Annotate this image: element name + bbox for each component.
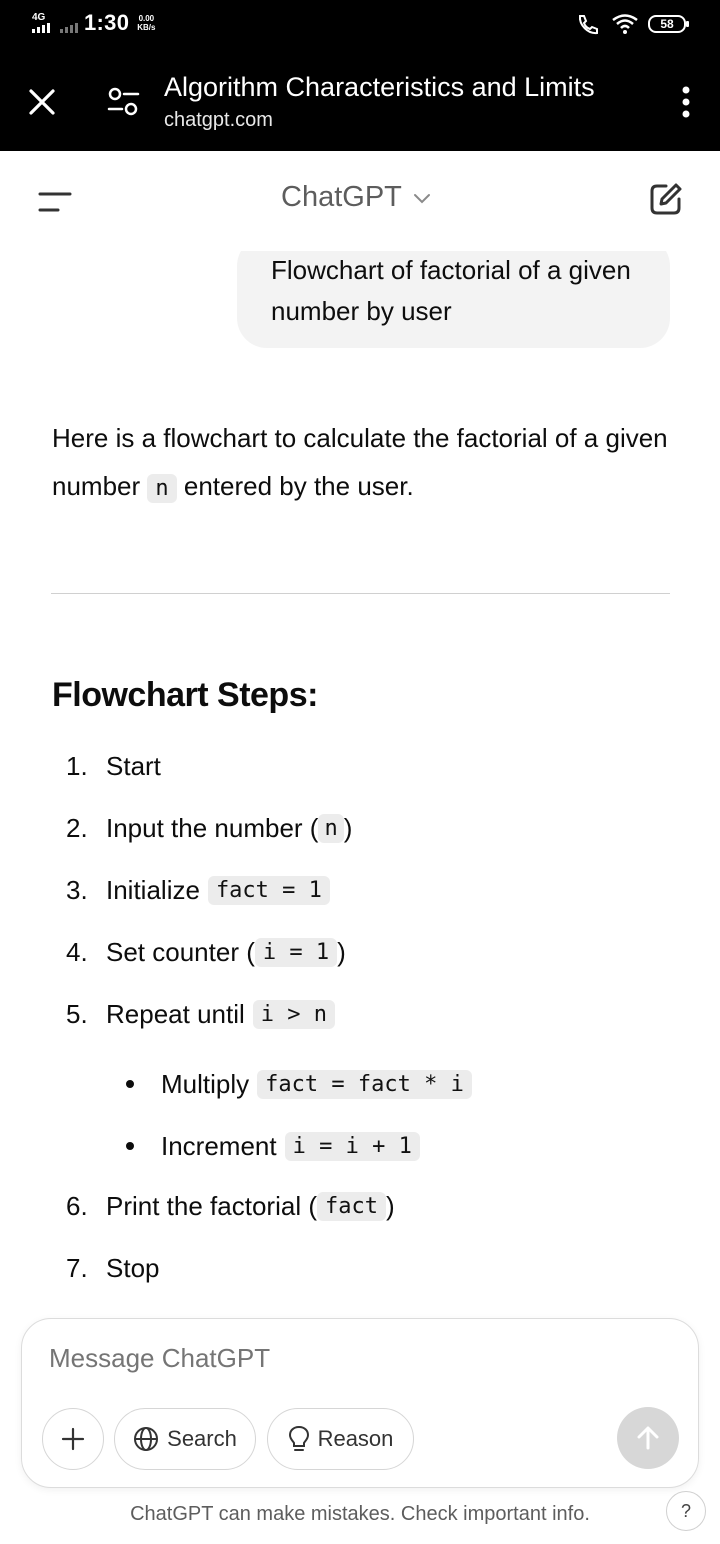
step-number: 5.: [66, 998, 88, 1029]
sub-list-item: Increment i = i + 1: [126, 1124, 420, 1168]
signal-2-icon: [60, 23, 78, 33]
bullet: [126, 1080, 134, 1088]
list-item: 1. Start: [66, 744, 161, 788]
list-item: 4. Set counter (i = 1): [66, 930, 346, 974]
step-text-end: ): [385, 1190, 395, 1221]
net-speed-unit: KB/s: [137, 23, 156, 32]
step-text: Stop: [106, 1252, 160, 1283]
substep-text: Multiply: [161, 1068, 250, 1099]
wifi-call-icon: [578, 15, 598, 35]
signal-icon: 4G: [32, 13, 50, 33]
clock: 1:30: [84, 10, 130, 35]
model-name: ChatGPT: [281, 181, 402, 213]
network-type: 4G: [32, 12, 46, 23]
step-number: 4.: [66, 936, 88, 967]
divider: [51, 593, 670, 594]
browser-bar: Algorithm Characteristics and Limits cha…: [0, 52, 720, 151]
wifi-icon: [612, 14, 638, 34]
reason-label: Reason: [317, 1426, 394, 1451]
inline-code: n: [318, 813, 344, 843]
step-number: 7.: [66, 1252, 88, 1283]
inline-code: i = i + 1: [284, 1131, 420, 1161]
assistant-intro: Here is a flowchart to calculate the fac…: [52, 414, 672, 513]
bullet: [126, 1142, 134, 1150]
message-input[interactable]: [49, 1343, 649, 1374]
step-text: Set counter (: [106, 936, 255, 967]
search-label: Search: [167, 1426, 237, 1451]
page-title: Algorithm Characteristics and Limits: [164, 72, 595, 102]
status-bar: 4G 1:30 0.00 KB/s 58: [0, 0, 720, 52]
step-number: 1.: [66, 750, 88, 781]
list-item: 2. Input the number (n): [66, 806, 352, 850]
step-number: 3.: [66, 874, 88, 905]
battery-icon: 58: [648, 15, 689, 33]
plus-icon: [61, 1427, 85, 1451]
search-button[interactable]: Search: [114, 1408, 256, 1470]
sidebar-menu-icon[interactable]: [38, 191, 72, 213]
step-text: Repeat until: [106, 998, 245, 1029]
tune-icon[interactable]: [104, 84, 144, 120]
message-composer: Search Reason: [21, 1318, 699, 1488]
send-button[interactable]: [617, 1407, 679, 1469]
section-heading: Flowchart Steps:: [52, 676, 318, 714]
net-speed: 0.00 KB/s: [137, 14, 155, 32]
step-text: Print the factorial (: [106, 1190, 317, 1221]
step-number: 2.: [66, 812, 88, 843]
inline-code: fact: [316, 1191, 386, 1221]
step-text-end: ): [337, 936, 346, 967]
arrow-up-icon: [637, 1426, 659, 1450]
step-text: Start: [106, 750, 161, 781]
page-url[interactable]: chatgpt.com: [164, 109, 273, 132]
step-number: 6.: [66, 1190, 88, 1221]
close-icon[interactable]: [24, 84, 60, 120]
substep-text: Increment: [161, 1130, 277, 1161]
list-item: 3. Initialize fact = 1: [66, 868, 330, 912]
globe-icon: [134, 1427, 159, 1451]
step-text: Input the number (: [106, 812, 319, 843]
inline-code: fact = fact * i: [257, 1069, 472, 1099]
chevron-down-icon: [413, 193, 430, 203]
inline-code: i > n: [252, 999, 335, 1029]
inline-code: fact = 1: [207, 875, 330, 905]
list-item: 7. Stop: [66, 1246, 160, 1290]
step-text-end: ): [343, 812, 353, 843]
new-chat-icon[interactable]: [648, 181, 684, 217]
inline-code: n: [147, 474, 177, 503]
model-selector[interactable]: ChatGPT: [281, 181, 432, 214]
help-button[interactable]: ?: [666, 1491, 706, 1531]
intro-text-end: entered by the user.: [176, 471, 414, 501]
list-item: 6. Print the factorial (fact): [66, 1184, 395, 1228]
sub-list-item: Multiply fact = fact * i: [126, 1062, 472, 1106]
disclaimer-text: ChatGPT can make mistakes. Check importa…: [130, 1503, 590, 1525]
more-vert-icon[interactable]: [678, 86, 694, 118]
user-message-bubble: Flowchart of factorial of a given number…: [237, 236, 670, 348]
inline-code: i = 1: [254, 937, 338, 967]
lightbulb-icon: [288, 1425, 309, 1451]
step-text: Initialize: [106, 874, 200, 905]
list-item: 5. Repeat until i > n: [66, 992, 335, 1036]
chat-header: ChatGPT: [0, 151, 720, 251]
net-speed-value: 0.00: [138, 14, 155, 23]
reason-button[interactable]: Reason: [267, 1408, 414, 1470]
attach-button[interactable]: [42, 1408, 104, 1470]
